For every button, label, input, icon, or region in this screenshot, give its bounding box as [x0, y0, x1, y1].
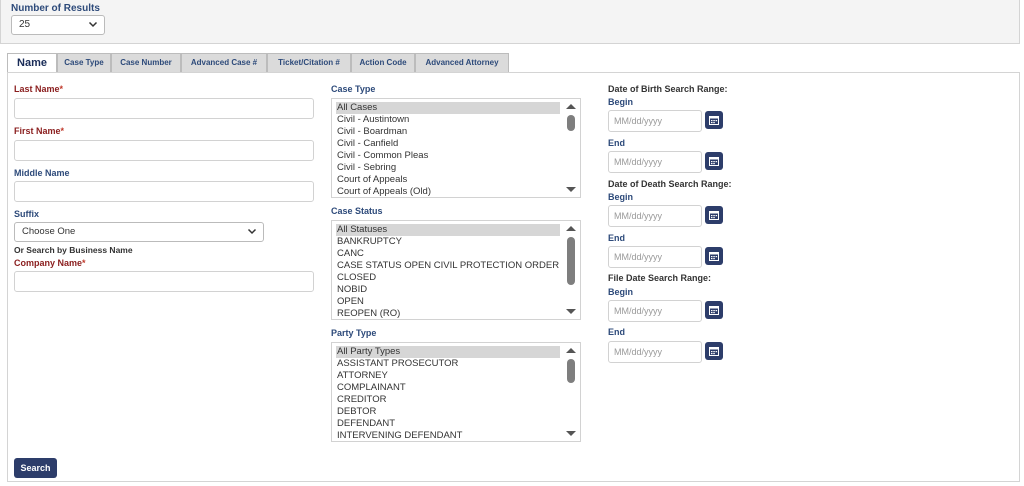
calendar-icon [709, 347, 719, 356]
business-search-hint: Or Search by Business Name [14, 245, 133, 255]
scroll-down-arrow-icon[interactable] [566, 431, 576, 436]
list-option[interactable]: CREDITOR [336, 394, 560, 406]
file-date-end-input[interactable]: MM/dd/yyyy [608, 341, 702, 363]
middle-name-input[interactable] [14, 181, 314, 202]
file-date-begin-calendar-button[interactable] [705, 301, 723, 319]
list-option[interactable]: DEFENDANT [336, 418, 560, 430]
party-type-label: Party Type [331, 328, 377, 338]
results-panel: Number of Results 25 [0, 0, 1020, 44]
chevron-down-icon [247, 226, 257, 239]
last-name-input[interactable] [14, 98, 314, 119]
number-of-results-value: 25 [19, 19, 31, 30]
suffix-label: Suffix [14, 209, 40, 219]
tab-advanced-case[interactable]: Advanced Case # [181, 53, 267, 73]
dob-begin-label: Begin [608, 97, 634, 107]
dod-begin-label: Begin [608, 192, 634, 202]
dod-begin-input[interactable]: MM/dd/yyyy [608, 205, 702, 227]
tab-advanced-attorney[interactable]: Advanced Attorney [415, 53, 509, 73]
file-date-begin-input[interactable]: MM/dd/yyyy [608, 300, 702, 322]
list-option[interactable]: Civil - Boardman [336, 126, 560, 138]
dod-end-label: End [608, 233, 625, 243]
list-option[interactable]: NOBID [336, 284, 560, 296]
scrollbar-thumb[interactable] [567, 115, 575, 131]
list-option[interactable]: ASSISTANT PROSECUTOR [336, 358, 560, 370]
scroll-down-arrow-icon[interactable] [566, 309, 576, 314]
tab-case-type[interactable]: Case Type [57, 53, 111, 73]
file-date-end-label: End [608, 327, 625, 337]
list-option[interactable]: ATTORNEY [336, 370, 560, 382]
list-option[interactable]: Court of Appeals [336, 174, 560, 186]
scroll-up-arrow-icon[interactable] [566, 348, 576, 353]
list-option[interactable]: REOPEN (RO) [336, 308, 560, 319]
company-name-input[interactable] [14, 271, 314, 292]
calendar-icon [709, 252, 719, 261]
list-option[interactable]: CASE STATUS OPEN CIVIL PROTECTION ORDER [336, 260, 560, 272]
dob-begin-calendar-button[interactable] [705, 111, 723, 129]
name-search-panel: Last Name* First Name* Middle Name Suffi… [7, 72, 1020, 482]
middle-name-label: Middle Name [14, 168, 70, 178]
dod-range-label: Date of Death Search Range: [608, 179, 732, 189]
file-date-begin-label: Begin [608, 287, 634, 297]
tab-case-number[interactable]: Case Number [111, 53, 181, 73]
dob-end-input[interactable]: MM/dd/yyyy [608, 151, 702, 173]
scrollbar-thumb[interactable] [567, 237, 575, 285]
list-option[interactable]: Civil - Canfield [336, 138, 560, 150]
number-of-results-label: Number of Results [11, 3, 100, 14]
calendar-icon [709, 306, 719, 315]
suffix-value: Choose One [22, 226, 76, 237]
calendar-icon [709, 116, 719, 125]
list-option[interactable]: Civil - Common Pleas [336, 150, 560, 162]
first-name-input[interactable] [14, 140, 314, 161]
scrollbar-thumb[interactable] [567, 359, 575, 383]
number-of-results-select[interactable]: 25 [11, 15, 105, 35]
company-name-label: Company Name* [14, 258, 86, 268]
dod-end-input[interactable]: MM/dd/yyyy [608, 246, 702, 268]
list-option[interactable]: All Cases [336, 102, 560, 114]
file-date-end-calendar-button[interactable] [705, 342, 723, 360]
case-type-label: Case Type [331, 84, 376, 94]
list-option[interactable]: Civil - Austintown [336, 114, 560, 126]
list-option[interactable]: All Statuses [336, 224, 560, 236]
scroll-up-arrow-icon[interactable] [566, 226, 576, 231]
calendar-icon [709, 211, 719, 220]
first-name-label: First Name* [14, 126, 65, 136]
dob-range-label: Date of Birth Search Range: [608, 84, 728, 94]
dob-end-calendar-button[interactable] [705, 152, 723, 170]
list-option[interactable]: CLOSED [336, 272, 560, 284]
list-option[interactable]: Civil - Sebring [336, 162, 560, 174]
dob-end-label: End [608, 138, 625, 148]
calendar-icon [709, 157, 719, 166]
list-option[interactable]: All Party Types [336, 346, 560, 358]
tab-ticket-citation[interactable]: Ticket/Citation # [267, 53, 351, 73]
case-status-label: Case Status [331, 206, 383, 216]
last-name-label: Last Name* [14, 84, 64, 94]
search-button[interactable]: Search [14, 458, 57, 478]
list-option[interactable]: OPEN [336, 296, 560, 308]
case-type-listbox[interactable]: All Cases Civil - Austintown Civil - Boa… [331, 98, 581, 198]
dod-end-calendar-button[interactable] [705, 247, 723, 265]
list-option[interactable]: DEBTOR [336, 406, 560, 418]
chevron-down-icon [88, 19, 98, 32]
tab-name[interactable]: Name [7, 53, 57, 74]
party-type-listbox[interactable]: All Party Types ASSISTANT PROSECUTOR ATT… [331, 342, 581, 442]
list-option[interactable]: INTERVENING DEFENDANT [336, 430, 560, 441]
list-option[interactable]: CANC [336, 248, 560, 260]
list-option[interactable]: COMPLAINANT [336, 382, 560, 394]
file-date-range-label: File Date Search Range: [608, 273, 712, 283]
dob-begin-input[interactable]: MM/dd/yyyy [608, 110, 702, 132]
suffix-select[interactable]: Choose One [14, 222, 264, 242]
tab-action-code[interactable]: Action Code [351, 53, 415, 73]
scroll-down-arrow-icon[interactable] [566, 187, 576, 192]
list-option[interactable]: BANKRUPTCY [336, 236, 560, 248]
list-option[interactable]: Court of Appeals (Old) [336, 186, 560, 197]
case-status-listbox[interactable]: All Statuses BANKRUPTCY CANC CASE STATUS… [331, 220, 581, 320]
scroll-up-arrow-icon[interactable] [566, 104, 576, 109]
dod-begin-calendar-button[interactable] [705, 206, 723, 224]
